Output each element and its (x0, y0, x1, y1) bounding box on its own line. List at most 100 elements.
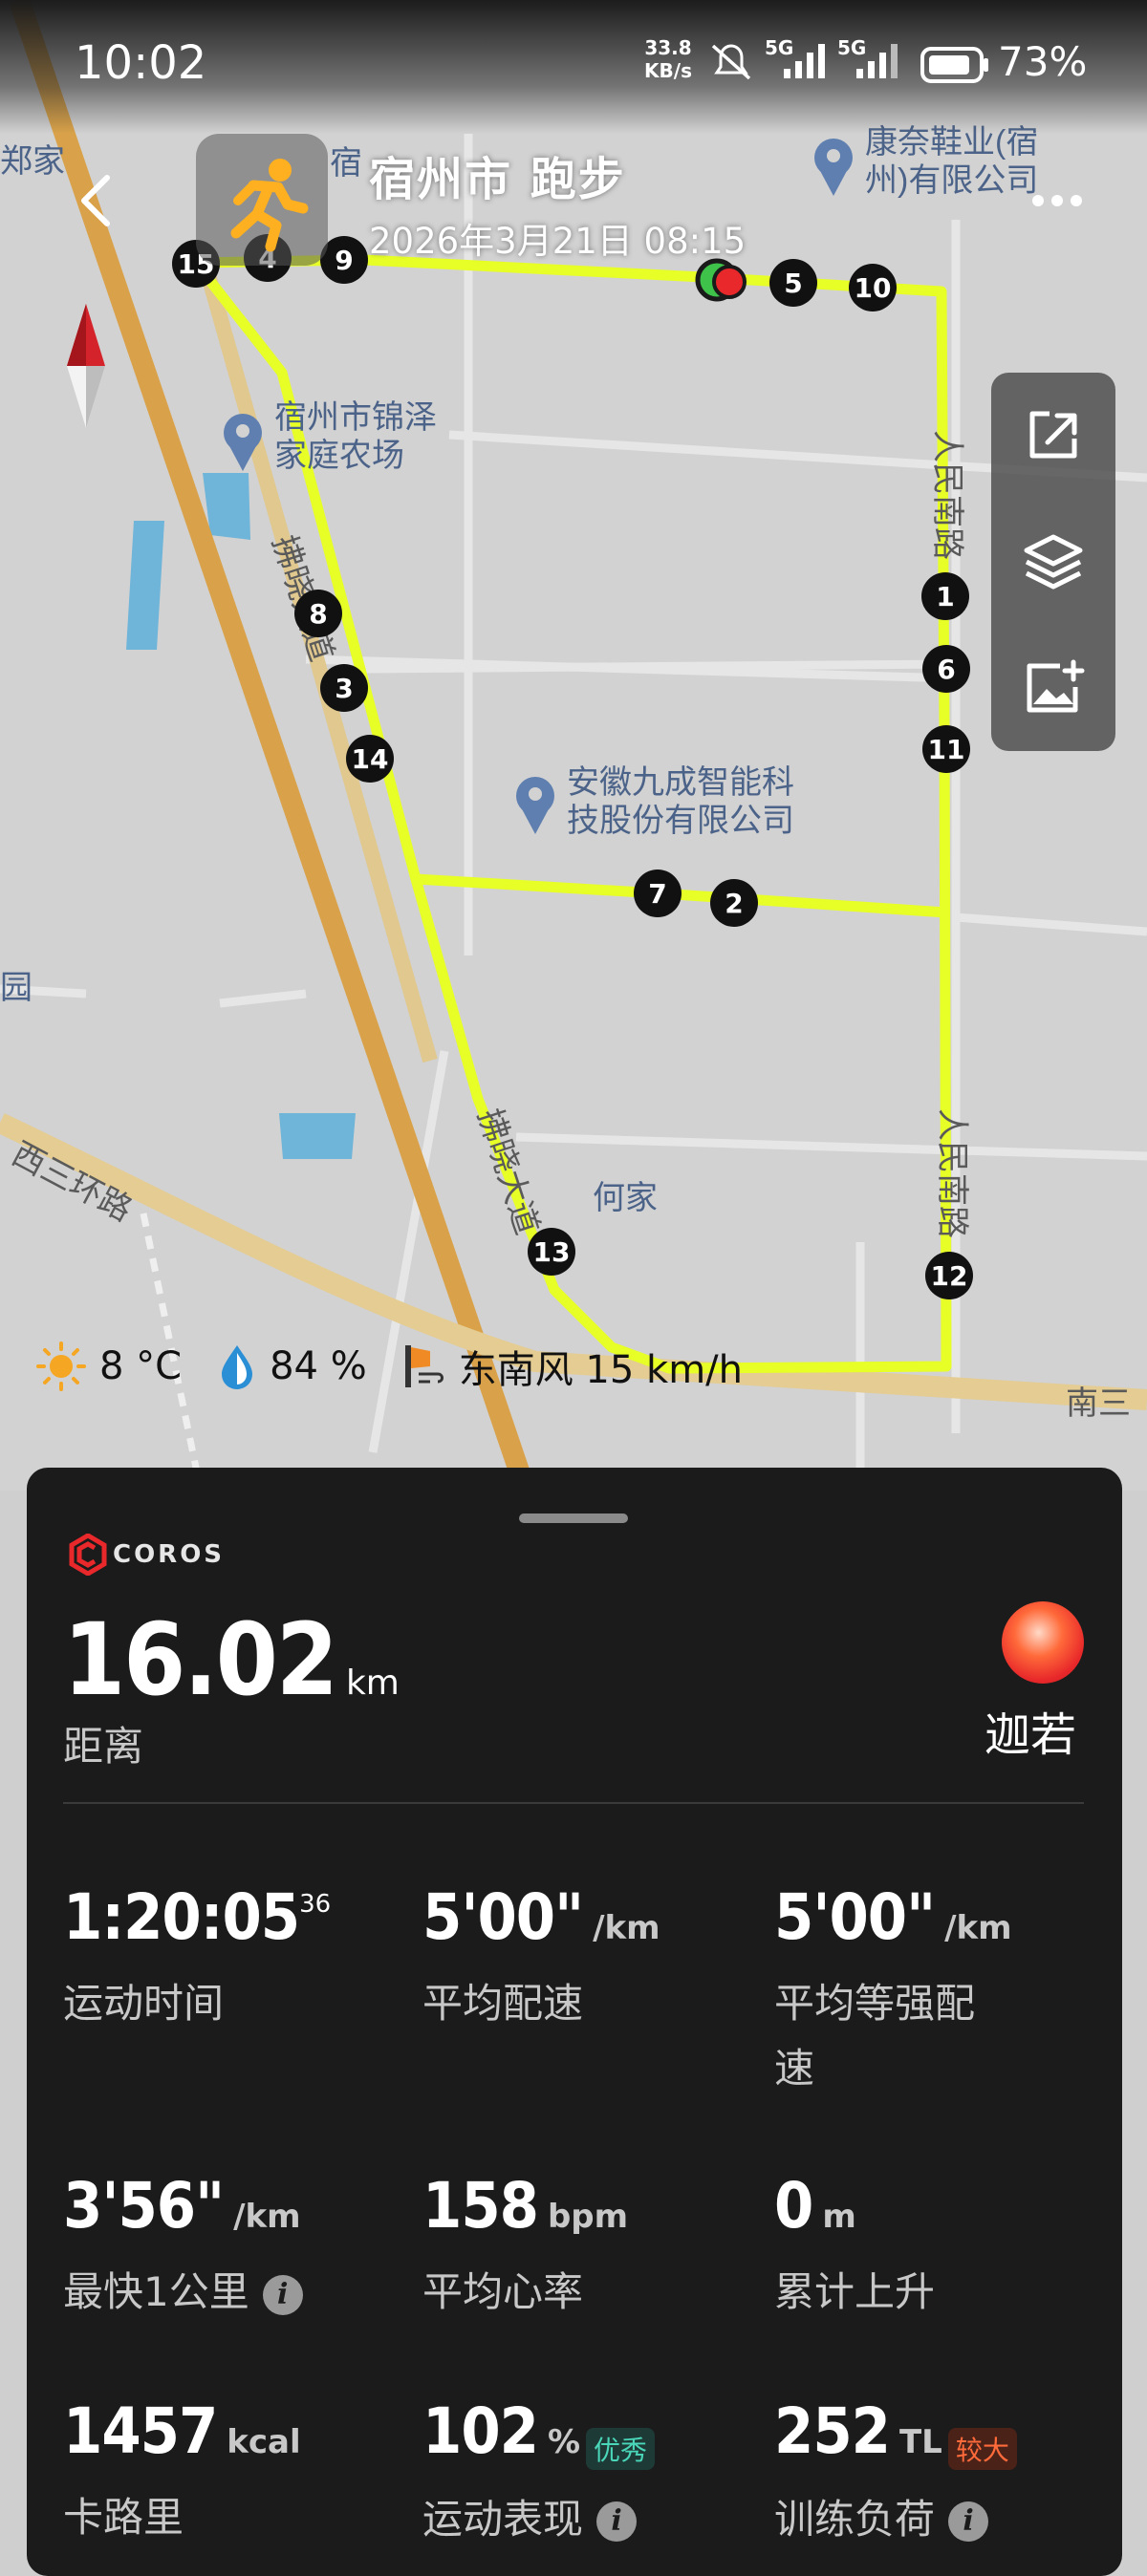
running-icon (230, 159, 309, 252)
mute-icon (711, 44, 751, 80)
stat-value: 3'56" (63, 2169, 225, 2243)
map-label: 园 (0, 970, 32, 1006)
map-label: 技股份有限公司 (567, 803, 794, 839)
km-marker: 7 (634, 869, 682, 917)
map-label: 宿州市锦泽 (274, 399, 437, 436)
wind-icon (404, 1345, 444, 1387)
stat-unit: /km (233, 2198, 301, 2236)
distance-value: 16.02 (63, 1601, 338, 1718)
km-marker: 6 (922, 645, 970, 693)
stat-label: 最快1公里 (63, 2268, 249, 2315)
stat-unit: /km (593, 1909, 660, 1947)
stat-unit: /km (944, 1909, 1012, 1947)
stat-unit: m (822, 2198, 856, 2236)
network-speed-value: 33.8 (644, 36, 692, 59)
stat-avg-pace: 5'00"/km 平均配速 (422, 1880, 660, 2036)
divider (63, 1802, 1084, 1804)
status-badge: 优秀 (586, 2427, 656, 2470)
map-label: 宿 (330, 145, 362, 182)
back-icon[interactable] (75, 172, 117, 229)
km-marker: 3 (320, 664, 368, 712)
svg-text:11: 11 (928, 734, 965, 765)
stat-unit: % (547, 2423, 581, 2461)
map-label: 家庭农场 (274, 438, 404, 474)
road-label: 人民南路 (934, 1108, 970, 1238)
wind-value: 东南风 15 km/h (458, 1348, 744, 1392)
stat-label: 累计上升 (774, 2268, 936, 2315)
km-marker: 8 (294, 590, 342, 637)
layers-icon (1024, 534, 1083, 590)
svg-text:6: 6 (937, 654, 955, 685)
svg-text:3: 3 (335, 673, 353, 704)
info-icon[interactable]: i (948, 2501, 989, 2542)
stat-value-hundredths: 36 (299, 1890, 332, 1919)
stat-value: 252 (774, 2394, 891, 2468)
stat-unit: kcal (227, 2423, 301, 2461)
stat-label: 运动表现 (422, 2495, 584, 2543)
km-marker: 2 (710, 879, 758, 927)
stat-value: 1:20:05 (63, 1880, 300, 1954)
info-icon[interactable]: i (596, 2501, 638, 2542)
map-layers-button[interactable] (991, 500, 1115, 624)
stat-value: 158 (422, 2169, 539, 2243)
brand-name: COROS (113, 1540, 226, 1569)
stat-value: 1457 (63, 2394, 218, 2468)
stat-avg-adjusted-pace: 5'00"/km 平均等强配速 (774, 1880, 1013, 2101)
share-icon (1029, 411, 1077, 459)
add-photo-button[interactable] (991, 627, 1115, 751)
battery-icon (920, 47, 988, 83)
battery-percent: 73% (998, 38, 1088, 85)
map-label: 郑家 (0, 143, 65, 180)
km-marker: 12 (925, 1252, 973, 1299)
road-label: 人民南路 (929, 430, 965, 560)
signal-icon: 5G (837, 36, 904, 84)
km-marker: 13 (528, 1228, 575, 1276)
km-marker: 10 (849, 264, 897, 311)
avatar[interactable] (1002, 1601, 1084, 1684)
stat-performance: 102% 优秀 运动表现 i (422, 2394, 656, 2552)
distance-label: 距离 (63, 1723, 144, 1770)
svg-text:10: 10 (855, 272, 892, 304)
km-marker: 11 (922, 725, 970, 773)
svg-text:5: 5 (784, 268, 802, 299)
network-speed-unit: KB/s (644, 59, 692, 82)
add-image-icon (1027, 659, 1085, 713)
network-speed: 33.8 KB/s (638, 36, 698, 82)
signal-icon: 5G (765, 36, 832, 84)
humidity-value: 84 % (270, 1344, 367, 1388)
stat-fastest-km: 3'56"/km 最快1公里 i (63, 2169, 303, 2325)
stat-label: 平均配速 (422, 1980, 584, 2027)
km-marker: 14 (346, 735, 394, 783)
km-marker: 1 (921, 572, 969, 620)
page-title: 宿州市 跑步 (369, 153, 626, 206)
sheet-drag-handle[interactable] (519, 1513, 628, 1523)
more-options-icon[interactable] (1028, 182, 1086, 220)
svg-text:9: 9 (335, 245, 353, 276)
share-button[interactable] (991, 373, 1115, 497)
compass-icon[interactable] (63, 304, 109, 428)
map-toolbar (991, 373, 1115, 751)
svg-text:12: 12 (931, 1260, 968, 1292)
status-time: 10:02 (75, 36, 207, 90)
info-icon[interactable]: i (262, 2274, 303, 2315)
activity-datetime: 2026年3月21日 08:15 (369, 221, 747, 262)
stat-value: 5'00" (422, 1880, 584, 1954)
distance-unit: km (345, 1664, 400, 1703)
stat-label: 卡路里 (63, 2494, 184, 2541)
coros-logo-icon (69, 1534, 107, 1576)
user-name[interactable]: 迦若 (985, 1697, 1076, 1764)
temperature-value: 8 °C (99, 1344, 183, 1388)
stat-label: 训练负荷 (774, 2495, 936, 2543)
sun-icon (36, 1342, 86, 1391)
stat-label: 平均心率 (422, 2268, 584, 2315)
brand-logo: COROS (69, 1531, 225, 1578)
svg-text:7: 7 (648, 878, 666, 910)
stat-unit: TL (898, 2423, 942, 2461)
humidity-icon (222, 1345, 253, 1389)
stat-label: 运动时间 (63, 1980, 225, 2027)
road-label: 南三 (1066, 1385, 1131, 1422)
stat-avg-heart-rate: 158 bpm 平均心率 (422, 2169, 628, 2325)
stat-value: 0 (774, 2169, 813, 2243)
weather-bar: 8 °C 84 % 东南风 15 km/h (34, 1338, 777, 1395)
stat-elevation-gain: 0m 累计上升 (774, 2169, 935, 2325)
